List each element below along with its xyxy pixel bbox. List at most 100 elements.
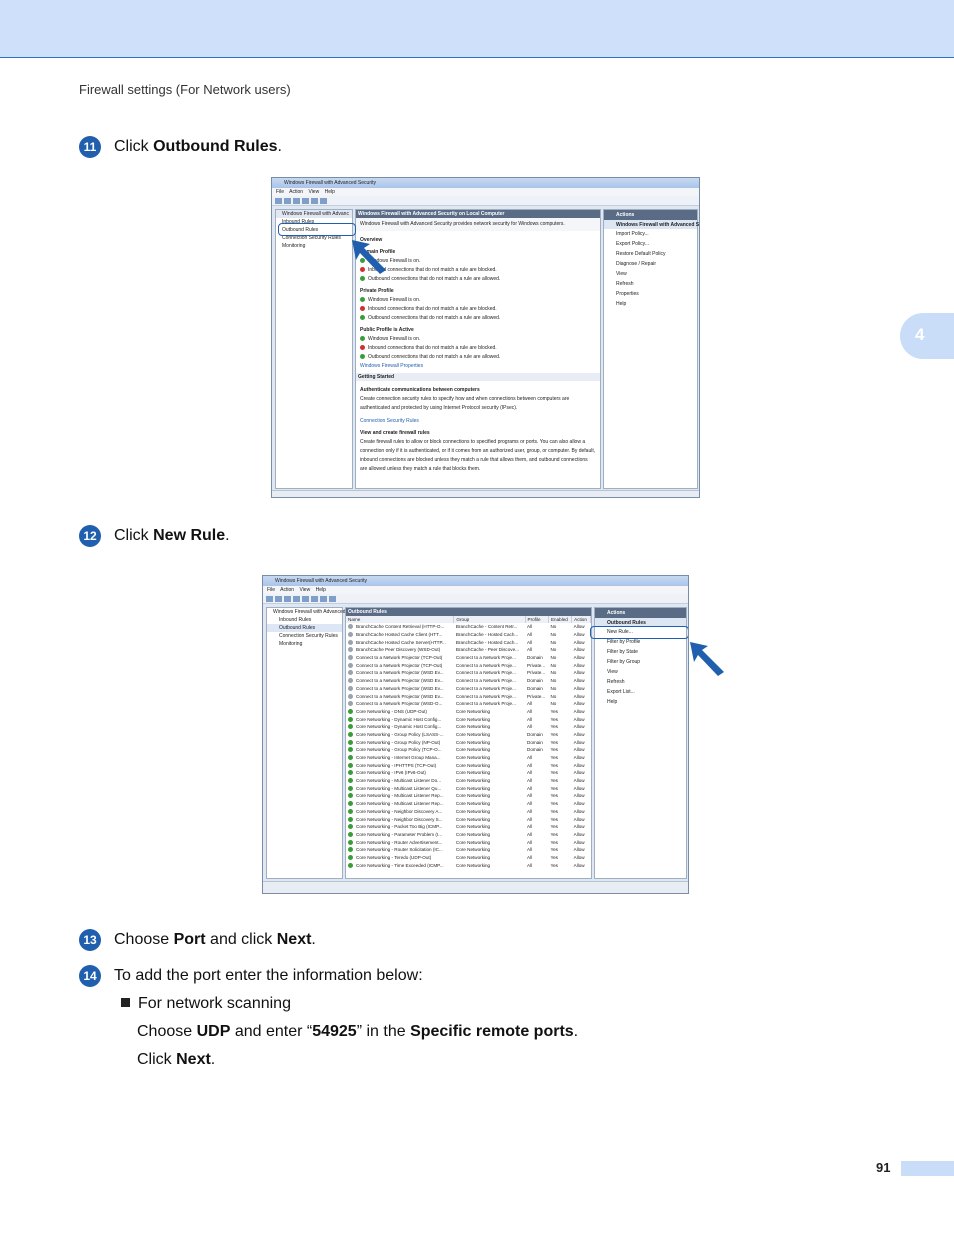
table-row[interactable]: Core Networking - Multicast Listener Rep…: [346, 800, 591, 808]
table-row[interactable]: Connect to a Network Projector (WSD Ev..…: [346, 669, 591, 677]
table-cell: Core Networking - Group Policy (LSASS-..…: [346, 731, 454, 739]
table-row[interactable]: BranchCache Content Retrieval (HTTP-O...…: [346, 623, 591, 631]
table-row[interactable]: Connect to a Network Projector (WSD Ev..…: [346, 692, 591, 700]
action-restore[interactable]: Restore Default Policy: [604, 249, 697, 259]
table-cell: Core Networking - Multicast Listener Do.…: [346, 777, 454, 785]
table-row[interactable]: Core Networking - Dynamic Host Config...…: [346, 715, 591, 723]
table-cell: No: [550, 670, 557, 676]
action-refresh[interactable]: Refresh: [604, 279, 697, 289]
table-cell: All: [527, 632, 533, 638]
table-cell: All: [527, 862, 533, 868]
table-cell: Core Networking: [455, 824, 491, 830]
table-row[interactable]: Core Networking - IPv6 (IPv6-Out) Core Ne…: [346, 769, 591, 777]
rule-name: Core Networking - Neighbor Discovery A..…: [356, 808, 443, 814]
table-cell: Allow: [573, 662, 585, 668]
table-row[interactable]: Core Networking - Packet Too Big (ICMP..…: [346, 823, 591, 831]
rule-status-icon: [348, 862, 353, 868]
rule-name: Core Networking - Multicast Listener Rep…: [356, 793, 444, 799]
table-row[interactable]: Core Networking - Time Exceeded (ICMP...…: [346, 861, 591, 869]
table-row[interactable]: Core Networking - Neighbor Discovery S..…: [346, 815, 591, 823]
highlight-outbound-rules: [278, 223, 356, 236]
actions-pane: Actions Outbound Rules New Rule... Filte…: [594, 607, 687, 879]
table-cell: Allow: [573, 678, 585, 684]
table-row[interactable]: BranchCache Hosted Cache Client (HTT... B…: [346, 631, 591, 639]
table-cell: Allow: [573, 639, 585, 645]
action-export-list[interactable]: Export List...: [595, 687, 686, 697]
rule-status-icon: [348, 847, 353, 853]
table-cell: Core Networking: [455, 785, 491, 791]
table-row[interactable]: Connect to a Network Projector (WSD-O...…: [346, 700, 591, 708]
table-row[interactable]: Core Networking - Multicast Listener Qu.…: [346, 784, 591, 792]
table-cell: Allow: [573, 854, 585, 860]
table-row[interactable]: Core Networking - Teredo (UDP-Out) Core N…: [346, 854, 591, 862]
table-cell: Allow: [573, 762, 585, 768]
table-row[interactable]: Core Networking - Group Policy (LSASS-..…: [346, 731, 591, 739]
action-import[interactable]: Import Policy...: [604, 229, 697, 239]
table-cell: Core Networking - Packet Too Big (ICMP..…: [346, 823, 454, 831]
table-row[interactable]: Connect to a Network Projector (WSD Ev..…: [346, 677, 591, 685]
table-row[interactable]: Core Networking - Group Policy (NP-Out) C…: [346, 738, 591, 746]
rule-name: Connect to a Network Projector (WSD-O...: [356, 701, 443, 707]
table-cell: Core Networking: [455, 808, 491, 814]
rule-status-icon: [348, 708, 353, 714]
action-export[interactable]: Export Policy...: [604, 239, 697, 249]
action-filter-group[interactable]: Filter by Group: [595, 657, 686, 667]
table-cell: Core Networking: [455, 793, 491, 799]
rule-status-icon: [348, 632, 353, 638]
rule-status-icon: [348, 770, 353, 776]
table-cell: All: [527, 716, 533, 722]
table-row[interactable]: Connect to a Network Projector (TCP-Out)…: [346, 654, 591, 662]
rule-name: Core Networking - Router Advertisement..…: [356, 839, 443, 845]
action-properties[interactable]: Properties: [604, 289, 697, 299]
action-diagnose[interactable]: Diagnose / Repair: [604, 259, 697, 269]
table-row[interactable]: Connect to a Network Projector (WSD Ev..…: [346, 685, 591, 693]
table-cell: Allow: [573, 724, 585, 730]
table-cell: All: [527, 778, 533, 784]
table-cell: All: [527, 847, 533, 853]
rule-status-icon: [348, 724, 353, 730]
table-row[interactable]: Core Networking - Parameter Problem (I..…: [346, 831, 591, 839]
action-filter-state[interactable]: Filter by State: [595, 647, 686, 657]
table-row[interactable]: Core Networking - DNS (UDP-Out) Core Netw…: [346, 708, 591, 716]
table-row[interactable]: Core Networking - Router Advertisement..…: [346, 838, 591, 846]
table-row[interactable]: Core Networking - Internet Group Mana...…: [346, 754, 591, 762]
action-help[interactable]: Help: [595, 697, 686, 707]
action-view[interactable]: View: [595, 667, 686, 677]
table-cell: Allow: [573, 739, 585, 745]
table-row[interactable]: BranchCache Hosted Cache Server(HTTP... B…: [346, 638, 591, 646]
table-cell: Allow: [573, 655, 585, 661]
rule-name: Core Networking - Group Policy (LSASS-..…: [356, 731, 444, 737]
chapter-tab: 4: [900, 313, 954, 359]
action-view[interactable]: View: [604, 269, 697, 279]
table-cell: No: [550, 655, 557, 661]
table-row[interactable]: Core Networking - Group Policy (TCP-O...…: [346, 746, 591, 754]
table-cell: Allow: [573, 716, 585, 722]
step-text: Click New Rule.: [114, 527, 230, 544]
table-cell: Core Networking - Parameter Problem (I..…: [346, 831, 454, 839]
table-cell: Core Networking: [455, 801, 491, 807]
action-refresh[interactable]: Refresh: [595, 677, 686, 687]
rule-status-icon: [348, 716, 353, 722]
table-row[interactable]: Core Networking - Neighbor Discovery A..…: [346, 808, 591, 816]
rule-status-icon: [348, 808, 353, 814]
table-row[interactable]: Connect to a Network Projector (TCP-Out)…: [346, 661, 591, 669]
table-cell: Allow: [573, 701, 585, 707]
rule-name: Core Networking - Time Exceeded (ICMP...: [356, 862, 444, 868]
table-cell: Core Networking: [455, 778, 491, 784]
table-cell: Allow: [573, 747, 585, 753]
tree-item-monitoring[interactable]: Monitoring: [276, 242, 352, 250]
table-row[interactable]: Core Networking - IPHTTPS (TCP-Out) Core …: [346, 761, 591, 769]
table-row[interactable]: Core Networking - Dynamic Host Config...…: [346, 723, 591, 731]
rule-status-icon: [348, 655, 353, 661]
table-row[interactable]: Core Networking - Multicast Listener Rep…: [346, 792, 591, 800]
table-cell: Allow: [573, 785, 585, 791]
action-help[interactable]: Help: [604, 299, 697, 309]
table-row[interactable]: Core Networking - Multicast Listener Do.…: [346, 777, 591, 785]
table-cell: Core Networking - Teredo (UDP-Out): [346, 854, 454, 862]
table-cell: No: [550, 685, 557, 691]
table-cell: Domain: [527, 678, 543, 684]
table-cell: All: [527, 724, 533, 730]
table-row[interactable]: BranchCache Peer Discovery (WSD-Out) Bran…: [346, 646, 591, 654]
table-row[interactable]: Core Networking - Router Solicitation (I…: [346, 846, 591, 854]
table-cell: BranchCache Hosted Cache Client (HTT...: [346, 631, 454, 639]
